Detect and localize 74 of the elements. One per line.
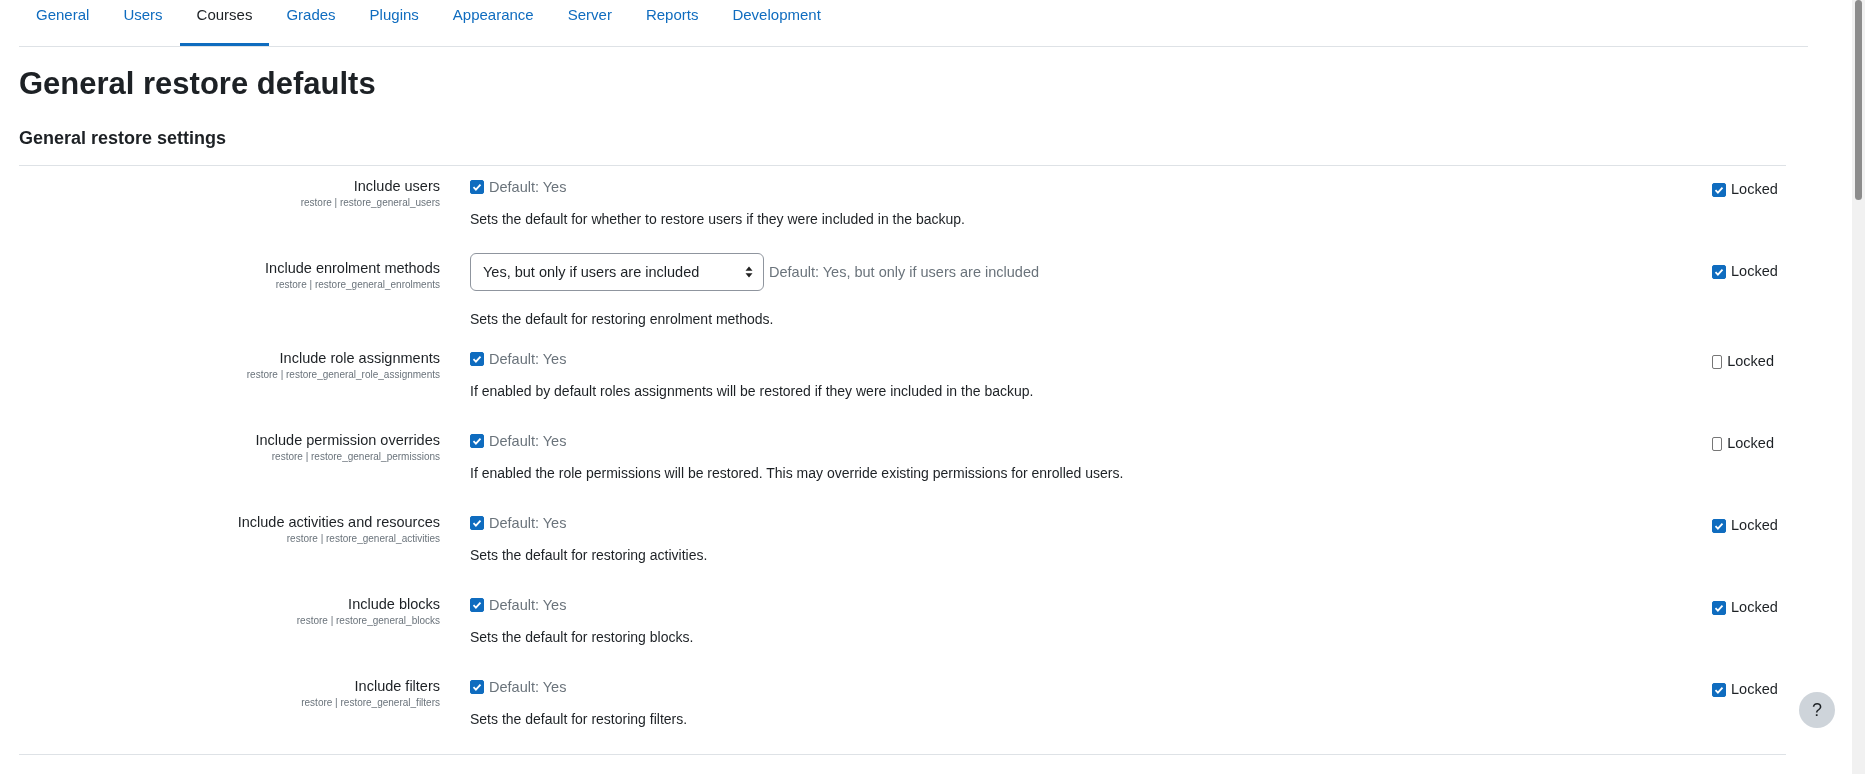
check-icon <box>1713 684 1725 696</box>
help-button[interactable]: ? <box>1799 692 1835 728</box>
nav-tab[interactable]: General <box>19 0 107 46</box>
default-text: Default: Yes <box>489 179 567 195</box>
locked-checkbox[interactable] <box>1712 355 1723 369</box>
nav-tab[interactable]: Users <box>106 0 180 46</box>
nav-tab[interactable]: Plugins <box>352 0 436 46</box>
check-icon <box>471 435 483 447</box>
setting-description: If enabled by default roles assignments will be restored if they were included in the backup. <box>470 382 1035 401</box>
checkbox[interactable] <box>470 680 484 694</box>
locked-checkbox[interactable] <box>1712 683 1726 697</box>
nav-tab[interactable]: Grades <box>269 0 353 46</box>
locked-checkbox[interactable] <box>1712 519 1726 533</box>
locked-checkbox[interactable] <box>1712 601 1726 615</box>
scrollbar[interactable] <box>1852 0 1865 774</box>
locked-checkbox[interactable] <box>1712 265 1726 279</box>
setting-key: restore | restore_general_blocks <box>19 614 440 628</box>
checkbox[interactable] <box>470 352 484 366</box>
check-icon <box>471 353 483 365</box>
setting-key: restore | restore_general_filters <box>19 696 440 710</box>
setting-description: Sets the default for restoring blocks. <box>470 628 695 647</box>
default-text: Default: Yes <box>489 515 567 531</box>
checkbox[interactable] <box>470 598 484 612</box>
setting-label: Include blocks <box>347 595 440 614</box>
default-text: Default: Yes <box>489 679 567 695</box>
checkbox[interactable] <box>470 180 484 194</box>
setting-key: restore | restore_general_permissions <box>19 450 440 464</box>
locked-label: Locked <box>1731 263 1778 279</box>
checkbox[interactable] <box>470 516 484 530</box>
check-icon <box>471 181 483 193</box>
default-text: Default: Yes <box>489 597 567 613</box>
check-icon <box>471 599 483 611</box>
nav-tab[interactable]: Development <box>715 0 838 46</box>
setting-label: Include enrolment methods <box>264 259 440 278</box>
section-heading: General restore settings <box>19 126 1786 166</box>
locked-checkbox[interactable] <box>1712 437 1723 451</box>
locked-label: Locked <box>1731 517 1778 533</box>
locked-label: Locked <box>1727 353 1774 369</box>
check-icon <box>471 517 483 529</box>
setting-description: If enabled the role permissions will be restored. This may override existing permissions for enrolled users. <box>470 464 1125 483</box>
dropdown[interactable]: Yes, but only if users are included <box>470 253 764 291</box>
setting-key: restore | restore_general_users <box>19 196 440 210</box>
setting-key: restore | restore_general_enrolments <box>19 278 440 292</box>
locked-checkbox[interactable] <box>1712 183 1726 197</box>
nav-tab[interactable]: Server <box>550 0 629 46</box>
locked-label: Locked <box>1731 599 1778 615</box>
check-icon <box>1713 184 1725 196</box>
setting-label: Include role assignments <box>278 349 440 368</box>
nav-tab[interactable]: Courses <box>179 0 270 46</box>
sort-icon <box>745 266 753 278</box>
nav-tab[interactable]: Reports <box>628 0 716 46</box>
locked-label: Locked <box>1727 435 1774 451</box>
setting-key: restore | restore_general_activities <box>19 532 440 546</box>
page-heading: General restore defaults <box>19 65 377 103</box>
checkbox[interactable] <box>470 434 484 448</box>
locked-label: Locked <box>1731 181 1778 197</box>
check-icon <box>1713 266 1725 278</box>
setting-label: Include filters <box>353 677 440 696</box>
locked-label: Locked <box>1731 681 1778 697</box>
setting-key: restore | restore_general_role_assignments <box>19 368 440 382</box>
default-text: Default: Yes <box>489 433 567 449</box>
nav-tab[interactable]: Appearance <box>435 0 551 46</box>
setting-label: Include permission overrides <box>254 431 440 450</box>
setting-label: Include users <box>352 177 440 196</box>
check-icon <box>1713 520 1725 532</box>
default-text: Default: Yes <box>489 351 567 367</box>
setting-description: Sets the default for restoring enrolment methods. <box>470 310 775 329</box>
setting-description: Sets the default for whether to restore users if they were included in the backup. <box>470 210 966 229</box>
check-icon <box>471 681 483 693</box>
setting-label: Include activities and resources <box>236 513 440 532</box>
setting-description: Sets the default for restoring filters. <box>470 710 689 729</box>
default-text: Default: Yes, but only if users are included <box>769 264 1040 280</box>
setting-description: Sets the default for restoring activities. <box>470 546 709 565</box>
check-icon <box>1713 602 1725 614</box>
